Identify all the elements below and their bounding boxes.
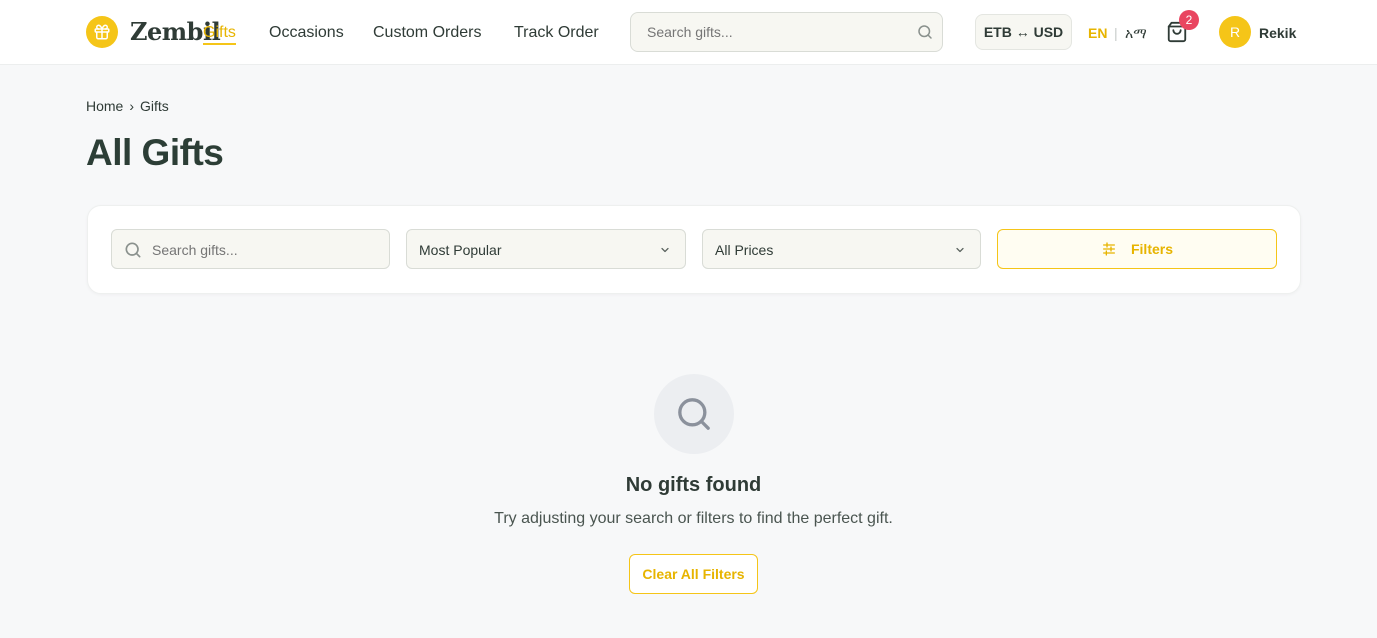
gift-icon (94, 24, 110, 40)
breadcrumb-current: Gifts (140, 98, 169, 114)
cart-count-badge: 2 (1179, 10, 1199, 30)
sort-select-value: Most Popular (419, 242, 502, 258)
nav-custom-orders[interactable]: Custom Orders (373, 24, 481, 42)
filter-search (111, 229, 390, 269)
search-icon[interactable] (916, 23, 934, 41)
filters-button-label: Filters (1130, 241, 1173, 257)
gift-search-input[interactable] (152, 242, 382, 258)
empty-state-message: Try adjusting your search or filters to … (494, 510, 893, 527)
avatar[interactable]: R (1219, 16, 1251, 48)
header-search-input[interactable] (647, 24, 907, 40)
filters-button[interactable]: Filters (997, 229, 1277, 269)
lang-en[interactable]: EN (1088, 25, 1107, 41)
lang-am[interactable]: አማ (1125, 25, 1147, 42)
sort-select[interactable]: Most Popular (406, 229, 686, 269)
breadcrumb-home[interactable]: Home (86, 98, 123, 114)
header-search (630, 12, 943, 52)
empty-state-icon-circle (654, 374, 734, 454)
breadcrumb: Home › Gifts (86, 98, 169, 114)
price-select[interactable]: All Prices (702, 229, 981, 269)
lang-separator: | (1114, 25, 1118, 41)
price-select-value: All Prices (715, 242, 774, 258)
currency-toggle-button[interactable]: ETB ↔ USD (975, 14, 1072, 50)
logo-accent[interactable]: Gifts (203, 24, 236, 45)
chevron-down-icon (956, 247, 964, 253)
search-icon (125, 242, 141, 258)
breadcrumb-separator: › (129, 98, 135, 114)
logo-badge[interactable] (86, 16, 118, 48)
nav-occasions[interactable]: Occasions (269, 24, 344, 42)
nav-track-order[interactable]: Track Order (514, 24, 599, 42)
user-name[interactable]: Rekik (1259, 25, 1296, 41)
chevron-down-icon (661, 247, 669, 253)
clear-all-filters-button[interactable]: Clear All Filters (629, 554, 758, 594)
empty-state-title: No gifts found (625, 474, 762, 496)
site-header: Zembil Gifts Occasions Custom Orders Tra… (0, 0, 1377, 65)
search-icon (678, 398, 710, 430)
sliders-icon (1102, 242, 1115, 256)
page-title: All Gifts (86, 132, 224, 173)
